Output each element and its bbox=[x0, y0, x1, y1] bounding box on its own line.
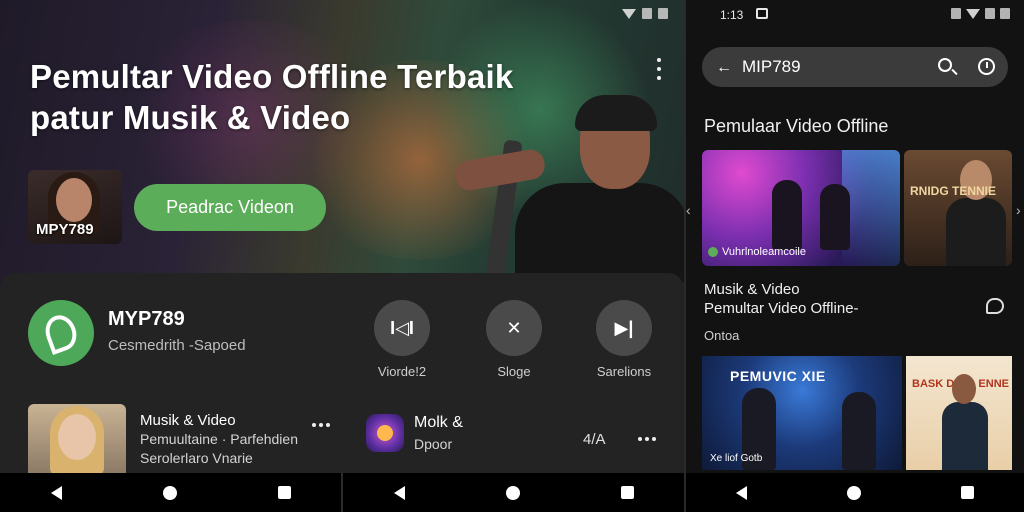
list-item-title[interactable]: Molk & bbox=[414, 414, 463, 432]
list-item-thumbnail[interactable] bbox=[28, 404, 126, 474]
poster-banner: PEMUVIC XIE bbox=[730, 368, 826, 384]
list-item-count: 4/A bbox=[583, 431, 606, 448]
home-icon[interactable] bbox=[505, 485, 520, 500]
close-icon[interactable]: ✕ bbox=[486, 300, 542, 356]
more-options-icon[interactable] bbox=[652, 58, 666, 80]
more-options-icon[interactable] bbox=[312, 423, 330, 427]
recents-icon[interactable] bbox=[961, 486, 974, 499]
video-card[interactable]: RNIDG TENNIE bbox=[904, 150, 1012, 266]
camera-icon bbox=[756, 8, 768, 19]
pause-icon[interactable]: I◁I bbox=[374, 300, 430, 356]
person-body bbox=[515, 183, 684, 283]
app-icon[interactable] bbox=[366, 414, 404, 452]
recents-icon[interactable] bbox=[620, 486, 634, 499]
comment-icon[interactable] bbox=[986, 298, 1004, 314]
skip-icon[interactable]: ▶| bbox=[596, 300, 652, 356]
result-subtitle: Pemultar Video Offline- bbox=[704, 300, 859, 317]
video-card[interactable]: Vuhrlnoleamcoile bbox=[702, 150, 900, 266]
performer-body bbox=[942, 402, 988, 470]
performer bbox=[772, 180, 802, 250]
thumbnail-label: MPY789 bbox=[36, 221, 94, 238]
result-title[interactable]: Musik & Video bbox=[704, 281, 800, 298]
list-item-subtitle: Pemuultaine · Parfehdien bbox=[140, 431, 298, 447]
action-label: Viorde!2 bbox=[377, 364, 427, 379]
action-close[interactable]: ✕ Sloge bbox=[474, 300, 554, 379]
search-icon[interactable] bbox=[938, 58, 952, 72]
main-screen: Pemultar Video Offline Terbaik patur Mus… bbox=[0, 0, 684, 512]
nav-bar bbox=[343, 473, 684, 512]
thumbnail-face bbox=[58, 414, 96, 460]
section-title: Pemulaar Video Offline bbox=[704, 116, 889, 136]
result-meta: Ontoa bbox=[704, 328, 740, 343]
search-screen: 1:13 ← MIP789 Pemulaar Video Offline ‹ V… bbox=[686, 0, 1024, 512]
stage-light bbox=[842, 150, 900, 266]
list-item-subtitle: Serolerlaro Vnarie bbox=[140, 450, 253, 466]
recents-icon[interactable] bbox=[277, 486, 291, 499]
search-bar[interactable]: ← MIP789 bbox=[702, 47, 1008, 87]
play-videos-button[interactable]: Peadrac Videon bbox=[134, 184, 326, 231]
poster-text: RNIDG TENNIE bbox=[910, 184, 997, 198]
video-card[interactable]: BASK DALL ENNE bbox=[906, 356, 1012, 470]
history-icon[interactable] bbox=[978, 58, 995, 75]
search-input[interactable]: MIP789 bbox=[742, 57, 801, 77]
hero-title-line1: Pemultar Video Offline Terbaik bbox=[30, 58, 514, 95]
performer-body bbox=[946, 198, 1006, 266]
status-time: 1:13 bbox=[720, 8, 744, 22]
action-label: Sarelions bbox=[596, 364, 652, 379]
performer bbox=[842, 392, 876, 470]
back-icon[interactable] bbox=[50, 485, 62, 500]
battery-icon bbox=[985, 8, 995, 19]
performer-head bbox=[952, 374, 976, 404]
chevron-right-icon[interactable]: › bbox=[1016, 202, 1021, 218]
home-icon[interactable] bbox=[162, 485, 177, 500]
hero-title-line2: patur Musik & Video bbox=[30, 99, 351, 137]
leaf-icon bbox=[40, 310, 82, 356]
video-card[interactable]: PEMUVIC XIE Xe liof Gotb bbox=[702, 356, 902, 470]
hero-title: Pemultar Video Offline Terbaik patur Mus… bbox=[30, 56, 590, 139]
wifi-icon bbox=[966, 8, 980, 19]
status-bar bbox=[622, 8, 668, 19]
status-bar bbox=[951, 8, 1010, 19]
app-subtitle: Cesmedrith -Sapoed bbox=[108, 337, 246, 354]
video-caption-text: Vuhrlnoleamcoile bbox=[722, 246, 806, 258]
nav-bar bbox=[0, 473, 341, 512]
back-icon[interactable] bbox=[393, 485, 405, 500]
chevron-left-icon[interactable]: ‹ bbox=[686, 202, 691, 218]
wifi-icon bbox=[622, 8, 636, 19]
battery-icon bbox=[1000, 8, 1010, 19]
performer bbox=[820, 184, 850, 250]
more-options-icon[interactable] bbox=[638, 437, 656, 441]
back-arrow-icon[interactable]: ← bbox=[716, 59, 732, 77]
video-caption: Xe liof Gotb bbox=[710, 453, 763, 464]
featured-thumbnail[interactable]: MPY789 bbox=[28, 170, 122, 244]
list-item-subtitle: Dpoor bbox=[414, 436, 453, 452]
signal-icon bbox=[951, 8, 961, 19]
video-caption: Vuhrlnoleamcoile bbox=[708, 246, 806, 258]
action-label: Sloge bbox=[497, 364, 531, 379]
back-icon[interactable] bbox=[736, 485, 747, 500]
app-name: MYP789 bbox=[108, 308, 185, 330]
app-logo bbox=[28, 300, 94, 366]
battery-icon bbox=[658, 8, 668, 19]
action-pause[interactable]: I◁I Viorde!2 bbox=[362, 300, 442, 379]
signal-icon bbox=[642, 8, 652, 19]
nav-bar bbox=[686, 473, 1024, 512]
status-dot-icon bbox=[708, 247, 718, 257]
home-icon[interactable] bbox=[847, 485, 861, 500]
thumbnail-face bbox=[56, 178, 92, 222]
action-skip[interactable]: ▶| Sarelions bbox=[584, 300, 664, 379]
list-item-title[interactable]: Musik & Video bbox=[140, 412, 236, 429]
